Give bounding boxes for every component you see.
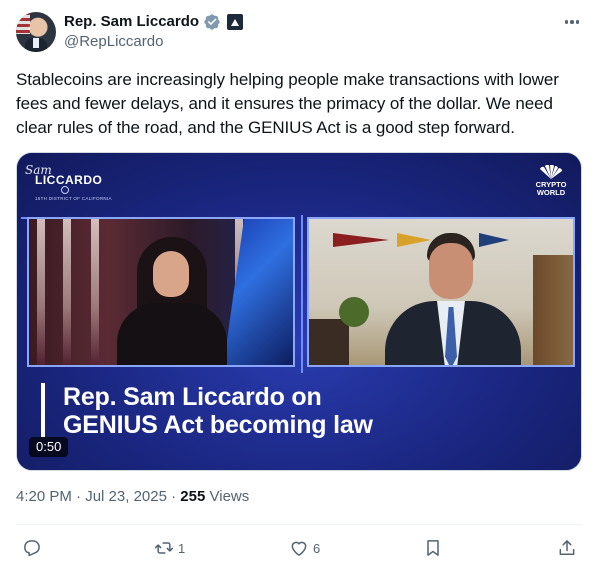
anchor-panel (27, 217, 295, 367)
author-display-name[interactable]: Rep. Sam Liccardo (64, 12, 199, 32)
author-handle[interactable]: @RepLiccardo (64, 32, 163, 52)
tweet-metadata: 4:20 PM · Jul 23, 2025 · 255 Views (16, 487, 249, 507)
pennant (479, 233, 509, 247)
government-affiliation-icon[interactable] (227, 14, 244, 30)
video-duration-badge: 0:50 (29, 437, 69, 457)
bookmark-button[interactable] (423, 536, 443, 560)
network-line2: WORLD (536, 188, 566, 197)
cnbc-logo: CRYPTO WORLD (533, 165, 569, 197)
avatar-shirt (33, 38, 39, 48)
retweet-count: 1 (178, 540, 186, 556)
verified-badge-icon[interactable] (203, 13, 221, 31)
author-avatar[interactable] (16, 12, 56, 52)
guest-panel (307, 217, 575, 367)
guest-figure (429, 243, 473, 299)
reply-icon (24, 540, 40, 557)
tweet-text: Stablecoins are increasingly helping peo… (16, 70, 559, 137)
share-button[interactable] (557, 536, 577, 560)
lower-third-bar (41, 383, 45, 437)
share-icon (559, 540, 575, 555)
pennant (397, 233, 431, 247)
action-bar: 1 6 (16, 536, 582, 560)
meta-separator: · (171, 488, 181, 505)
frame-line (301, 215, 303, 373)
retweet-icon (154, 542, 174, 554)
seal-icon (61, 186, 69, 194)
pennant (333, 233, 389, 247)
anchor-figure (117, 303, 227, 365)
tweet-date[interactable]: Jul 23, 2025 (85, 488, 167, 505)
peacock-icon (540, 165, 562, 179)
heart-icon (291, 541, 307, 556)
divider (16, 524, 582, 525)
like-button[interactable]: 6 (289, 536, 320, 560)
video-headline-line2: GENIUS Act becoming law (63, 411, 373, 439)
more-options-icon[interactable] (562, 12, 582, 32)
views-label: Views (209, 488, 250, 505)
bookmark-icon (427, 540, 439, 556)
bookshelf (533, 255, 573, 365)
brand-name: LICCARDO (35, 173, 103, 187)
like-count: 6 (313, 540, 321, 556)
author-name-row: Rep. Sam Liccardo (64, 12, 244, 32)
brand-subtitle: 16TH DISTRICT OF CALIFORNIA (35, 196, 112, 201)
video-player[interactable]: Sam LICCARDO 16TH DISTRICT OF CALIFORNIA… (16, 152, 582, 471)
retweet-button[interactable]: 1 (154, 536, 185, 560)
tweet-card: Rep. Sam Liccardo @RepLiccardo Stablecoi… (0, 0, 598, 572)
views-count: 255 (180, 488, 206, 505)
reply-button[interactable] (22, 536, 46, 560)
meta-separator: · (76, 488, 86, 505)
video-headline-line1: Rep. Sam Liccardo on (63, 383, 322, 411)
tweet-time[interactable]: 4:20 PM (16, 488, 72, 505)
flag-backdrop (16, 12, 30, 34)
